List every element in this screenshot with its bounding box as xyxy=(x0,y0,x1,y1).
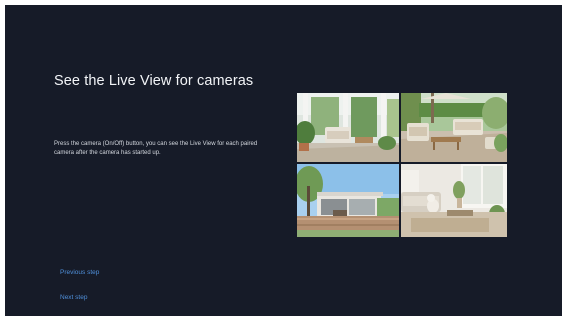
page-title: See the Live View for cameras xyxy=(54,73,254,89)
next-step-link[interactable]: Next step xyxy=(60,294,87,301)
camera-2-image xyxy=(401,93,507,162)
camera-feed-3[interactable] xyxy=(297,164,399,237)
camera-4-image xyxy=(401,164,507,237)
camera-1-image xyxy=(297,93,399,162)
camera-feed-4[interactable] xyxy=(401,164,507,237)
camera-feed-1[interactable] xyxy=(297,93,399,162)
camera-feed-2[interactable] xyxy=(401,93,507,162)
tv-screen: See the Live View for cameras Press the … xyxy=(5,5,562,316)
previous-step-link[interactable]: Previous step xyxy=(60,269,99,276)
camera-3-image xyxy=(297,164,399,237)
instruction-text: Press the camera (On/Off) button, you ca… xyxy=(54,141,258,156)
live-view-mosaic xyxy=(297,93,507,237)
